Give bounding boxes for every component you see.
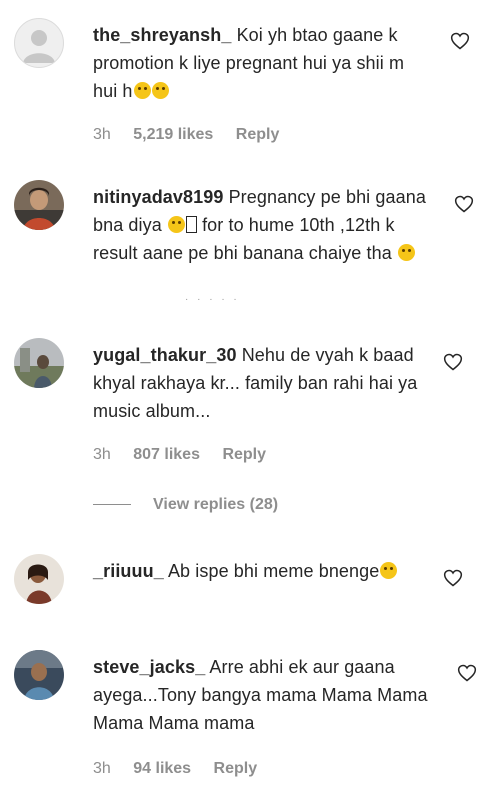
comment-username[interactable]: nitinyadav8199 (93, 187, 223, 207)
tongue-face-emoji-icon (167, 216, 185, 233)
grinning-face-emoji-icon (151, 82, 169, 99)
comment-body: nitinyadav8199 Pregnancy pe bhi gaana bn… (93, 183, 433, 267)
neutral-face-emoji-icon (133, 82, 151, 99)
grinning-face-emoji-icon (397, 244, 415, 261)
user-silhouette-icon (23, 30, 55, 63)
reply-button[interactable]: Reply (222, 446, 266, 463)
comment-body: yugal_thakur_30 Nehu de vyah k baad khya… (93, 341, 433, 425)
view-replies-button[interactable]: View replies (28) (93, 496, 278, 514)
heart-icon[interactable] (450, 31, 470, 51)
heart-icon[interactable] (454, 194, 474, 214)
user-photo-icon (14, 180, 64, 230)
photo-avatar[interactable] (14, 180, 64, 230)
comment-username[interactable]: _riiuuu_ (93, 561, 164, 581)
view-replies-label: View replies (28) (153, 496, 279, 513)
truncated-text-fragment: · · · · · (185, 294, 240, 305)
comment-time: 3h (93, 446, 111, 463)
reply-button[interactable]: Reply (214, 760, 258, 777)
comment-username[interactable]: yugal_thakur_30 (93, 345, 237, 365)
comment-body: steve_jacks_ Arre abhi ek aur gaana ayeg… (93, 653, 433, 737)
photo-avatar[interactable] (14, 554, 64, 604)
comment-meta: 3h 807 likes Reply (93, 446, 284, 464)
comment-likes[interactable]: 807 likes (133, 446, 200, 463)
heart-icon[interactable] (443, 568, 463, 588)
default-avatar[interactable] (14, 18, 64, 68)
comment-body: _riiuuu_ Ab ispe bhi meme bnenge (93, 557, 433, 585)
reply-button[interactable]: Reply (236, 126, 280, 143)
comment-meta: 3h 94 likes Reply (93, 760, 275, 778)
heart-icon[interactable] (443, 352, 463, 372)
user-photo-icon (14, 650, 64, 700)
missing-glyph-icon (185, 216, 197, 233)
comment-username[interactable]: steve_jacks_ (93, 657, 205, 677)
comment-username[interactable]: the_shreyansh_ (93, 25, 231, 45)
grinning-face-emoji-icon (380, 562, 398, 579)
user-photo-icon (14, 338, 64, 388)
comment-likes[interactable]: 94 likes (133, 760, 191, 777)
photo-avatar[interactable] (14, 650, 64, 700)
comment-text: Ab ispe bhi meme bnenge (167, 561, 380, 581)
comment-time: 3h (93, 126, 111, 143)
heart-icon[interactable] (457, 663, 477, 683)
comment-body: the_shreyansh_ Koi yh btao gaane k promo… (93, 21, 433, 105)
user-photo-icon (14, 554, 64, 604)
comment-likes[interactable]: 5,219 likes (133, 126, 213, 143)
divider-line (93, 504, 131, 506)
photo-avatar[interactable] (14, 338, 64, 388)
comment-time: 3h (93, 760, 111, 777)
comment-meta: 3h 5,219 likes Reply (93, 126, 297, 144)
